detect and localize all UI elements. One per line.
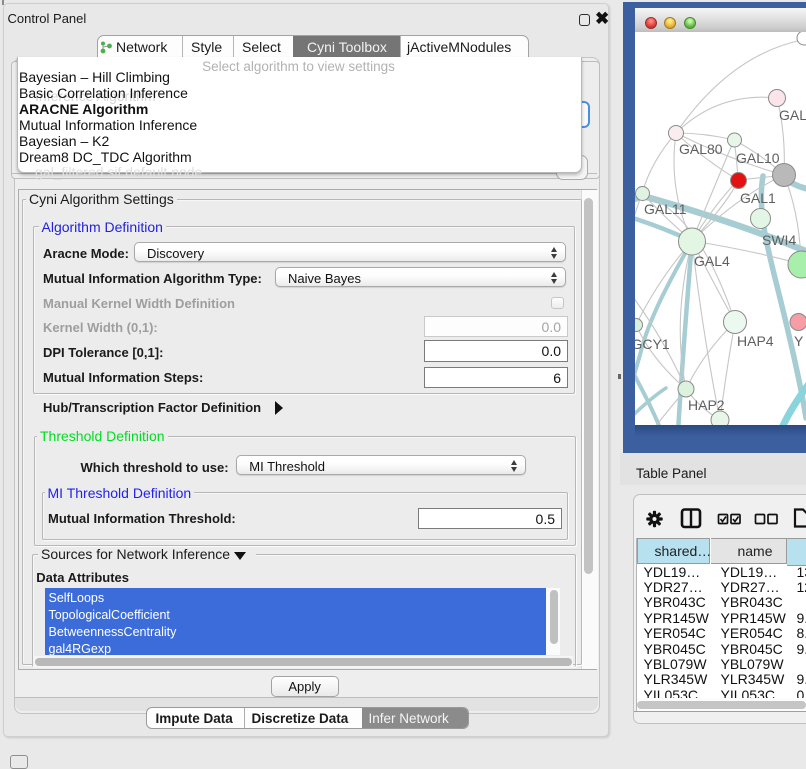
svg-text:Y: Y [794,333,804,349]
svg-text:HAP4: HAP4 [737,333,774,349]
svg-text:HAP2: HAP2 [688,397,725,413]
svg-text:GAL: GAL [779,107,806,123]
svg-text:GAL1: GAL1 [740,190,776,206]
svg-text:GAL10: GAL10 [736,150,780,166]
svg-text:SWI4: SWI4 [762,232,796,248]
svg-text:GCY1: GCY1 [635,336,670,352]
svg-text:GAL4: GAL4 [694,253,730,269]
svg-text:GAL11: GAL11 [644,201,687,217]
svg-text:GAL80: GAL80 [679,141,723,157]
